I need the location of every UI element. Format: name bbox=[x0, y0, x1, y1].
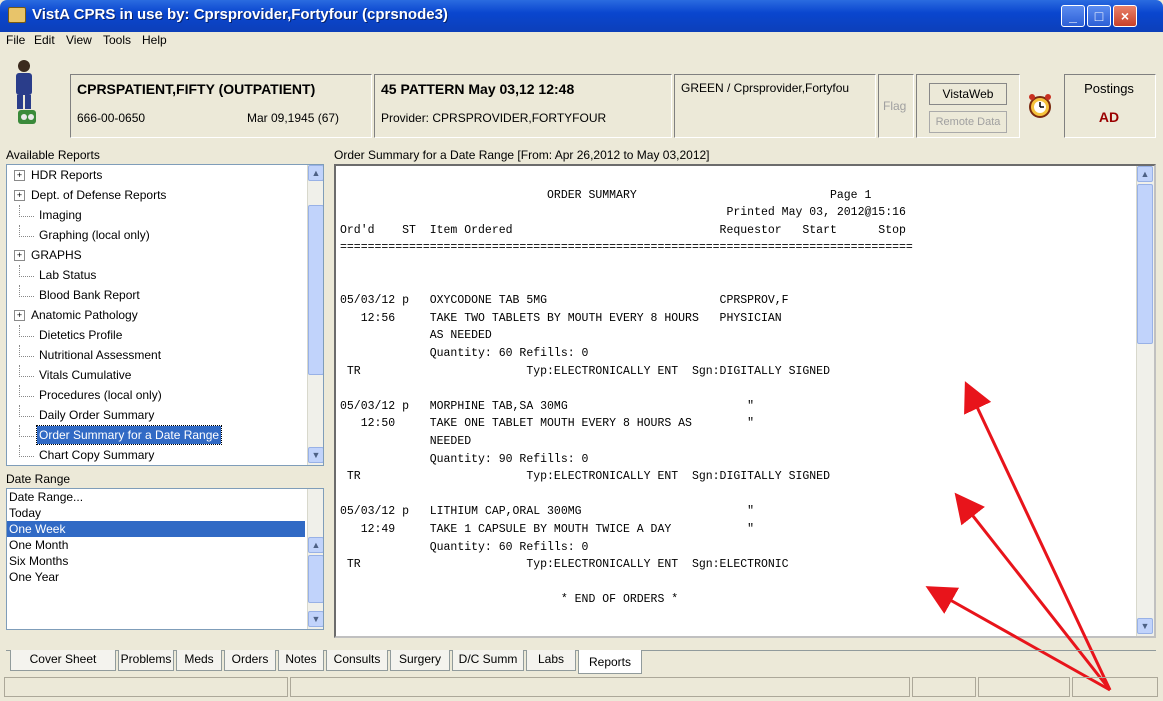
status-pane-2 bbox=[290, 677, 910, 697]
tab-notes[interactable]: Notes bbox=[278, 650, 324, 671]
tab-cover-sheet[interactable]: Cover Sheet bbox=[10, 650, 116, 671]
tab-labs[interactable]: Labs bbox=[526, 650, 576, 671]
tab-problems[interactable]: Problems bbox=[118, 650, 174, 671]
tab-orders[interactable]: Orders bbox=[224, 650, 276, 671]
tab-meds[interactable]: Meds bbox=[176, 650, 222, 671]
tab-consults[interactable]: Consults bbox=[326, 650, 388, 671]
tab-d-c-summ[interactable]: D/C Summ bbox=[452, 650, 524, 671]
arrow-3 bbox=[925, 586, 1111, 692]
annotation-arrows bbox=[925, 381, 1112, 692]
status-pane-4 bbox=[978, 677, 1070, 697]
tab-reports[interactable]: Reports bbox=[578, 650, 642, 674]
status-pane-1 bbox=[4, 677, 288, 697]
tab-surgery[interactable]: Surgery bbox=[390, 650, 450, 671]
status-pane-3 bbox=[912, 677, 976, 697]
status-pane-5 bbox=[1072, 677, 1158, 697]
